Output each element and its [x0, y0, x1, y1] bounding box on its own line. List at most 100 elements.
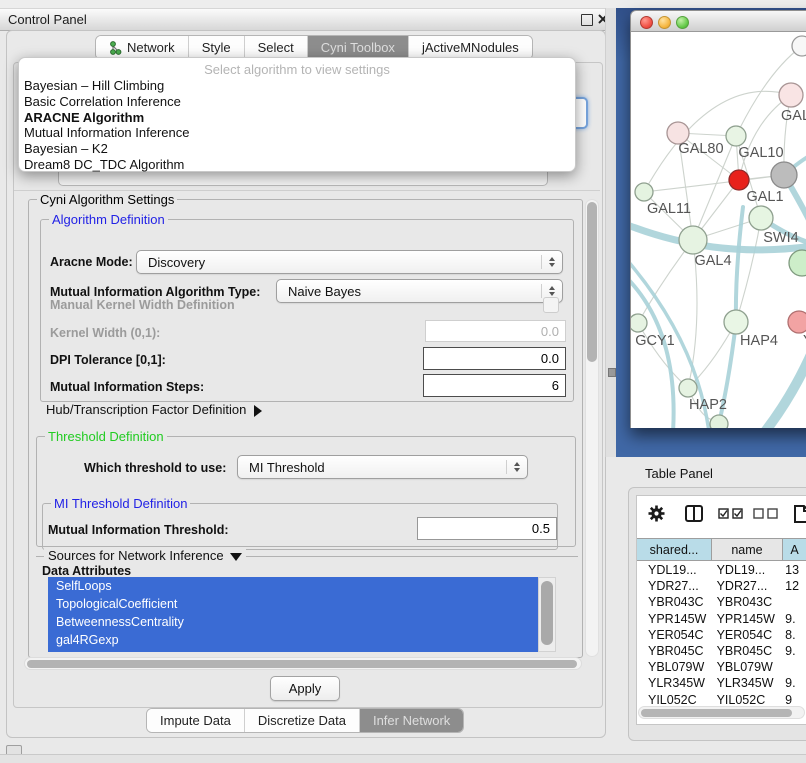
network-window: GALGAL80GAL10GAL11GAL1SWI4GAL4GCY1HAP4YH… — [630, 10, 806, 428]
network-node[interactable] — [710, 415, 728, 428]
which-threshold-combo[interactable]: MI Threshold — [237, 455, 528, 479]
kernel-width-field[interactable]: 0.0 — [425, 320, 566, 342]
tab-label: Cyni Toolbox — [321, 40, 395, 55]
network-edge-thick[interactable] — [631, 278, 674, 428]
column-header-name[interactable]: name — [712, 538, 783, 561]
column-header-shared[interactable]: shared... — [637, 538, 712, 561]
table-row[interactable]: YLR345WYLR345W9. — [637, 675, 806, 691]
network-icon — [109, 41, 122, 55]
settings-hscrollbar-thumb[interactable] — [27, 660, 577, 668]
sources-title: Sources for Network Inference — [48, 548, 224, 563]
mi-algorithm-combo[interactable]: Naive Bayes — [276, 279, 563, 303]
dpi-tolerance-label: DPI Tolerance [0,1]: — [50, 353, 166, 367]
aracne-mode-value: Discovery — [148, 255, 205, 270]
node-label: GAL — [781, 108, 806, 124]
tab-style[interactable]: Style — [189, 36, 245, 59]
mi-steps-field[interactable]: 6 — [423, 374, 566, 397]
table-cell: 13 — [782, 563, 806, 577]
table-cell: 12 — [782, 579, 806, 593]
settings-vscrollbar-thumb[interactable] — [587, 202, 597, 362]
algorithm-option[interactable]: Bayesian – Hill Climbing — [19, 78, 575, 94]
tab-impute-data[interactable]: Impute Data — [147, 709, 245, 732]
checked-columns-icon[interactable] — [718, 508, 744, 519]
network-edge-thick[interactable] — [755, 350, 806, 428]
mi-threshold-field[interactable]: 0.5 — [417, 517, 557, 540]
algorithm-option[interactable]: ARACNE Algorithm — [19, 110, 575, 126]
table-row[interactable]: YDR27...YDR27...12 — [637, 578, 806, 594]
table-cell: YBR043C — [637, 595, 712, 609]
attributes-scrollbar-thumb[interactable] — [541, 581, 553, 645]
table-hscrollbar-thumb[interactable] — [641, 709, 792, 717]
network-node[interactable] — [779, 83, 803, 107]
algorithm-option[interactable]: Bayesian – K2 — [19, 141, 575, 157]
manual-kernel-checkbox[interactable] — [543, 297, 559, 313]
table-cell: 9 — [782, 693, 806, 707]
stepper-arrows-icon — [514, 456, 520, 478]
network-canvas[interactable]: GALGAL80GAL10GAL11GAL1SWI4GAL4GCY1HAP4YH… — [630, 32, 806, 428]
algorithm-option[interactable]: Mutual Information Inference — [19, 125, 575, 141]
table-cell: 9. — [782, 676, 806, 690]
network-node[interactable] — [635, 183, 653, 201]
table-cell: YLR345W — [637, 676, 712, 690]
table-header-row: shared...nameA — [637, 538, 806, 561]
network-node[interactable] — [792, 36, 806, 56]
table-row[interactable]: YBR043CYBR043C — [637, 594, 806, 610]
tab-jactivemnodules[interactable]: jActiveMNodules — [409, 36, 532, 59]
stepper-arrows-icon — [549, 251, 555, 273]
table-row[interactable]: YBR045CYBR045C9. — [637, 643, 806, 659]
network-graph-svg[interactable]: GALGAL80GAL10GAL11GAL1SWI4GAL4GCY1HAP4YH… — [631, 32, 806, 428]
dpi-tolerance-field[interactable]: 0.0 — [423, 347, 566, 370]
expand-right-icon — [254, 405, 262, 417]
attribute-item[interactable]: gal4RGexp — [48, 631, 538, 649]
network-window-titlebar[interactable] — [630, 10, 806, 32]
section-divider — [14, 190, 600, 191]
tab-cyni-toolbox[interactable]: Cyni Toolbox — [308, 36, 409, 59]
node-label: GCY1 — [635, 333, 675, 349]
table-cell: YER054C — [712, 628, 783, 642]
divider-grip-icon[interactable] — [608, 368, 616, 377]
table-cell: YLR345W — [712, 676, 783, 690]
sources-section-toggle[interactable]: Sources for Network Inference — [44, 548, 246, 563]
attribute-item[interactable]: SelfLoops — [48, 577, 538, 595]
algorithm-option[interactable]: Basic Correlation Inference — [19, 94, 575, 110]
node-label: HAP4 — [740, 333, 778, 349]
mac-close-icon[interactable] — [640, 16, 653, 29]
mac-zoom-icon[interactable] — [676, 16, 689, 29]
mac-minimize-icon[interactable] — [658, 16, 671, 29]
attribute-item[interactable]: BetweennessCentrality — [48, 613, 538, 631]
tab-label: Infer Network — [373, 713, 450, 728]
hub-section-toggle[interactable]: Hub/Transcription Factor Definition — [46, 402, 262, 417]
gear-icon[interactable] — [648, 505, 665, 522]
network-node[interactable] — [788, 311, 806, 333]
network-node[interactable] — [789, 250, 806, 276]
unchecked-columns-icon[interactable] — [753, 508, 779, 519]
table-row[interactable]: YDL19...YDL19...13 — [637, 562, 806, 578]
tab-select[interactable]: Select — [245, 36, 308, 59]
float-window-icon[interactable] — [581, 14, 593, 26]
aracne-mode-combo[interactable]: Discovery — [136, 250, 563, 274]
network-node[interactable] — [729, 170, 749, 190]
tab-infer-network[interactable]: Infer Network — [360, 709, 463, 732]
network-node[interactable] — [679, 226, 707, 254]
column-header-a[interactable]: A — [783, 538, 806, 561]
table-row[interactable]: YPR145WYPR145W9. — [637, 611, 806, 627]
network-node[interactable] — [726, 126, 746, 146]
table-row[interactable]: YBL079WYBL079W — [637, 659, 806, 675]
algorithm-dropdown-list: Bayesian – Hill ClimbingBasic Correlatio… — [19, 78, 575, 173]
apply-button[interactable]: Apply — [270, 676, 340, 701]
export-table-icon[interactable] — [793, 505, 806, 523]
algorithm-option[interactable]: Dream8 DC_TDC Algorithm — [19, 157, 575, 173]
tab-network[interactable]: Network — [96, 36, 189, 59]
data-attributes-list[interactable]: SelfLoopsTopologicalCoefficientBetweenne… — [48, 577, 538, 652]
network-node[interactable] — [724, 310, 748, 334]
hub-section-label: Hub/Transcription Factor Definition — [46, 402, 246, 417]
network-node[interactable] — [749, 206, 773, 230]
node-label: GAL1 — [746, 189, 783, 205]
network-node[interactable] — [679, 379, 697, 397]
network-node[interactable] — [631, 314, 647, 332]
attribute-item[interactable]: TopologicalCoefficient — [48, 595, 538, 613]
split-columns-icon[interactable] — [685, 505, 703, 522]
tab-discretize-data[interactable]: Discretize Data — [245, 709, 360, 732]
table-row[interactable]: YER054CYER054C8. — [637, 627, 806, 643]
network-node[interactable] — [771, 162, 797, 188]
